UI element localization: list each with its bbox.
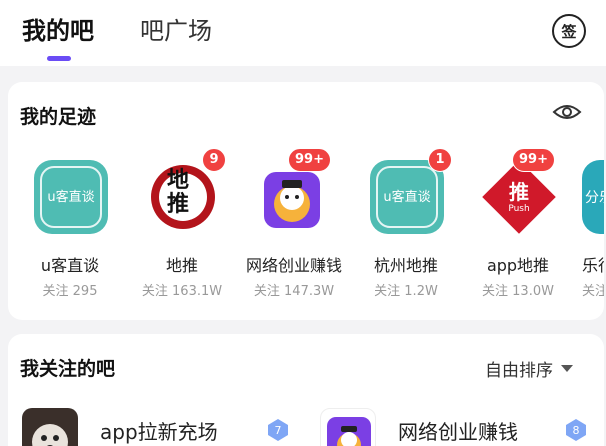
footprint-item[interactable]: u客直谈 1 杭州地推 关注 1.2W <box>348 148 464 300</box>
bar-logo: u客直谈 <box>370 160 444 234</box>
footprint-item[interactable]: u客直谈 u客直谈 关注 295 <box>12 160 128 300</box>
footprint-title: 我的足迹 <box>20 106 97 128</box>
footprint-item-name: 地推 <box>165 256 198 275</box>
sort-label: 自由排序 <box>485 361 553 381</box>
sort-dropdown[interactable]: 自由排序 <box>485 356 573 381</box>
bar-logo: u客直谈 <box>34 160 108 234</box>
footprint-item-followers: 关注 13.0W <box>482 284 554 299</box>
unread-badge: 9 <box>202 148 226 172</box>
level-value: 8 <box>573 424 580 437</box>
footprint-item-followers: 关注 1.2W <box>374 284 438 299</box>
footprint-item-name: 杭州地推 <box>373 256 438 275</box>
sign-in-label: 签 <box>561 22 577 41</box>
followed-bars-card: 我关注的吧 自由排序 app拉新充场 7 网络创业赚钱 8 <box>8 334 604 446</box>
unread-badge: 1 <box>428 148 452 172</box>
footprint-item[interactable]: 99+ 网络创业赚钱 关注 147.3W <box>236 148 352 300</box>
footprint-item-followers: 关注 163.1W <box>141 284 223 299</box>
chevron-down-icon <box>561 365 573 372</box>
unread-badge: 99+ <box>288 148 331 172</box>
footprint-item-name: u客直谈 <box>40 256 100 275</box>
footprint-item[interactable]: 地推 9 地推 关注 163.1W <box>124 148 240 300</box>
bar-logo: 分乐 <box>582 160 604 234</box>
followed-title: 我关注的吧 <box>20 358 116 380</box>
footprint-item-followers: 关注 147.3W <box>253 284 335 299</box>
top-tab-bar: 我的吧 吧广场 签 <box>0 0 606 66</box>
footprint-item-name: 网络创业赚钱 <box>245 256 342 275</box>
footprint-item-name: 乐行 <box>582 256 604 275</box>
footprint-item-followers: 关注 <box>582 284 604 299</box>
unread-badge: 99+ <box>512 148 555 172</box>
followed-bar-name: 网络创业赚钱 <box>398 420 518 444</box>
followed-bar-name: app拉新充场 <box>100 420 218 444</box>
followed-bar-item[interactable]: 网络创业赚钱 8 <box>320 408 600 446</box>
tab-bar-square[interactable]: 吧广场 <box>140 14 212 48</box>
footprint-item-followers: 关注 295 <box>42 284 98 299</box>
footprint-item[interactable]: 推 Push 99+ app地推 关注 13.0W <box>460 148 576 300</box>
dog-avatar-icon <box>22 408 78 446</box>
bar-logo-text: u客直谈 <box>47 189 95 205</box>
footprint-card: 我的足迹 u客直谈 u客直谈 关注 295 地推 9 地推 关注 163.1W <box>8 82 604 320</box>
level-badge-icon: 7 <box>268 419 288 441</box>
followed-bar-item[interactable]: app拉新充场 7 <box>22 408 302 446</box>
sign-in-button[interactable]: 签 <box>552 14 586 48</box>
avatar <box>320 408 376 446</box>
avatar <box>22 408 78 446</box>
lucky-cat-icon <box>327 417 371 446</box>
bar-logo-text: 分乐 <box>585 190 604 206</box>
bar-logo-text: u客直谈 <box>383 189 431 205</box>
level-badge-icon: 8 <box>566 419 586 441</box>
active-tab-indicator <box>47 56 71 61</box>
bar-logo-text: 地推 <box>166 167 189 217</box>
footprint-item[interactable]: 分乐 乐行 关注 <box>572 160 604 300</box>
bar-logo-text: 推 <box>509 180 529 204</box>
eye-icon[interactable] <box>552 102 582 122</box>
footprint-item-name: app地推 <box>486 256 550 275</box>
level-value: 7 <box>275 424 282 437</box>
tab-my-bars[interactable]: 我的吧 <box>22 14 94 48</box>
